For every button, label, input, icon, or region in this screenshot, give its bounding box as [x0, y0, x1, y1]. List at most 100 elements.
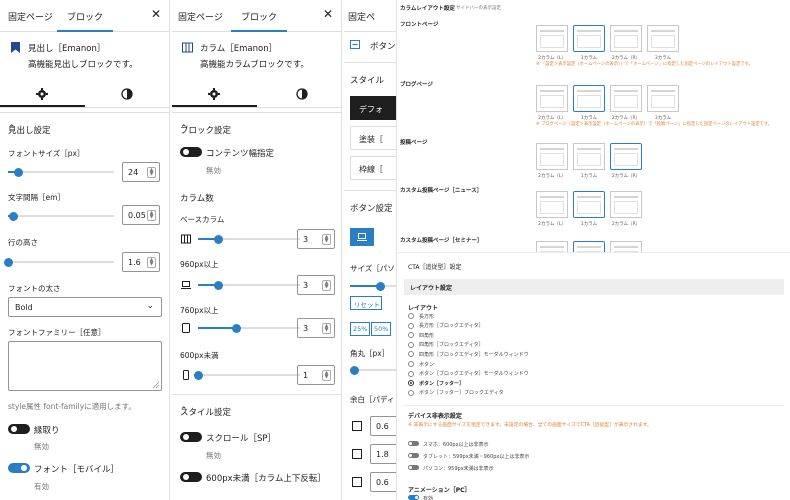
layout-option-thumbnail[interactable]	[610, 191, 642, 218]
content-width-toggle[interactable]	[180, 147, 202, 157]
tab-block[interactable]: ブロック	[56, 10, 114, 32]
layout-radio[interactable]	[408, 361, 414, 367]
w600-slider[interactable]	[193, 370, 300, 380]
layout-option-thumbnail[interactable]	[647, 25, 679, 52]
animation-toggle[interactable]	[408, 495, 419, 500]
mobile-font-toggle[interactable]	[8, 463, 30, 473]
cta-settings-panel: CTA［追従型］設定 レイアウト設定 レイアウト 長方形 長方形［ブロックエディタ…	[398, 252, 790, 500]
gear-icon[interactable]	[208, 88, 220, 100]
padding-label: 余白［パディ	[350, 395, 395, 404]
tab-block[interactable]: ブロック	[230, 10, 288, 32]
line-height-input[interactable]: 1.6 ▲ ▼	[122, 252, 160, 272]
font-size-input[interactable]: 24 ▲ ▼	[122, 162, 160, 182]
content-area	[651, 95, 675, 108]
padding-bottom-input[interactable]: 0.6	[370, 472, 396, 492]
layout-radio[interactable]	[408, 332, 414, 339]
style-default-button[interactable]: デフォ	[350, 96, 396, 120]
section-block-settings[interactable]: ブロック設定 ⌃	[172, 112, 341, 144]
radius-slider[interactable]	[349, 365, 396, 375]
stepper-icon[interactable]: ▲ ▼	[147, 257, 156, 268]
gear-icon[interactable]	[36, 88, 48, 100]
slider-thumb[interactable]	[8, 211, 18, 221]
layout-option-thumbnail[interactable]	[573, 85, 605, 112]
layout-option-thumbnail[interactable]	[610, 143, 642, 170]
device-pc-button[interactable]	[350, 228, 374, 246]
layout-option-thumbnail[interactable]	[536, 25, 568, 52]
font-weight-select[interactable]: Bold ⌄	[8, 297, 162, 317]
layout-radio[interactable]	[408, 380, 414, 387]
layout-option-thumbnail[interactable]	[536, 241, 568, 252]
reset-button[interactable]: リセット	[350, 296, 382, 310]
tab-page[interactable]: 固定ペ	[348, 10, 375, 23]
font-size-label: フォントサイズ［px］	[8, 149, 85, 158]
layout-option-thumbnail[interactable]	[536, 143, 568, 170]
w760-slider[interactable]	[198, 323, 300, 333]
stepper-icon[interactable]: ▲ ▼	[147, 167, 156, 178]
outline-toggle[interactable]	[8, 424, 30, 434]
section-heading-settings[interactable]: 見出し設定 ⌃	[0, 112, 169, 144]
font-family-textarea[interactable]	[8, 341, 162, 391]
device-hide-toggle[interactable]	[408, 453, 419, 458]
layout-option-thumbnail[interactable]	[573, 25, 605, 52]
layout-option-thumbnail[interactable]	[536, 191, 568, 218]
reverse-toggle[interactable]	[180, 472, 202, 482]
layout-option-thumbnail[interactable]	[647, 85, 679, 112]
stepper-icon[interactable]: ▲ ▼	[322, 280, 331, 291]
size-slider[interactable]	[350, 281, 396, 291]
device-hide-toggle[interactable]	[408, 441, 419, 446]
base-column-slider[interactable]	[198, 234, 300, 244]
slider-thumb[interactable]	[213, 280, 223, 290]
tab-page[interactable]: 固定ページ	[8, 10, 53, 23]
padding-top-input[interactable]: 0.6	[370, 416, 396, 436]
layout-option-thumbnail[interactable]	[536, 85, 568, 112]
w600-input[interactable]: 1 ▲ ▼	[297, 365, 335, 385]
style-outline-button[interactable]: 枠線［	[350, 156, 396, 180]
slider-thumb[interactable]	[193, 370, 203, 380]
letter-spacing-input[interactable]: 0.05 ▲ ▼	[122, 205, 160, 225]
layout-option-thumbnail[interactable]	[573, 241, 605, 252]
device-hide-toggle[interactable]	[408, 465, 419, 470]
layout-radio[interactable]	[408, 351, 414, 358]
stepper-icon[interactable]: ▲ ▼	[322, 370, 331, 381]
styles-icon[interactable]	[121, 88, 133, 100]
layout-option-thumbnail[interactable]	[573, 191, 605, 218]
layout-option-thumbnail[interactable]	[610, 241, 642, 252]
slider-thumb[interactable]	[349, 365, 359, 375]
stepper-icon[interactable]: ▲ ▼	[322, 323, 331, 334]
letter-spacing-slider[interactable]	[8, 211, 114, 221]
layout-option-thumbnail[interactable]	[610, 25, 642, 52]
base-column-input[interactable]: 3 ▲ ▼	[297, 229, 335, 249]
layout-radio[interactable]	[408, 370, 414, 377]
padding-right-input[interactable]: 1.8	[370, 444, 396, 464]
style-fill-button[interactable]: 塗装［	[350, 126, 396, 150]
header-bar	[540, 148, 564, 150]
layout-radio[interactable]	[408, 341, 414, 348]
font-size-slider[interactable]	[8, 167, 114, 177]
w960-input[interactable]: 3 ▲ ▼	[297, 275, 335, 295]
section-style-settings[interactable]: スタイル設定 ⌃	[172, 394, 341, 426]
slider-thumb[interactable]	[213, 234, 223, 244]
stepper-icon[interactable]: ▲ ▼	[147, 210, 156, 221]
close-icon[interactable]: ✕	[323, 7, 333, 21]
layout-option-thumbnail[interactable]	[610, 85, 642, 112]
slider-thumb[interactable]	[375, 281, 385, 291]
layout-radio[interactable]	[408, 322, 414, 329]
slider-thumb[interactable]	[232, 323, 242, 333]
font-size-value: 24	[128, 168, 139, 177]
slider-thumb[interactable]	[14, 167, 24, 177]
close-icon[interactable]: ✕	[151, 7, 161, 21]
w960-slider[interactable]	[198, 280, 300, 290]
size-50-button[interactable]: 50%	[371, 322, 392, 336]
scroll-toggle[interactable]	[180, 432, 202, 442]
tab-page[interactable]: 固定ページ	[178, 10, 223, 23]
stepper-icon[interactable]: ▲ ▼	[322, 234, 331, 245]
slider-thumb[interactable]	[3, 257, 13, 267]
size-25-button[interactable]: 25%	[350, 322, 371, 336]
styles-icon[interactable]	[296, 88, 308, 100]
line-height-slider[interactable]	[3, 257, 114, 267]
layout-radio[interactable]	[408, 313, 414, 319]
layout-radio[interactable]	[408, 389, 414, 396]
w760-input[interactable]: 3 ▲ ▼	[297, 318, 335, 338]
resize-handle-icon[interactable]	[152, 381, 159, 388]
layout-option-thumbnail[interactable]	[573, 143, 605, 170]
